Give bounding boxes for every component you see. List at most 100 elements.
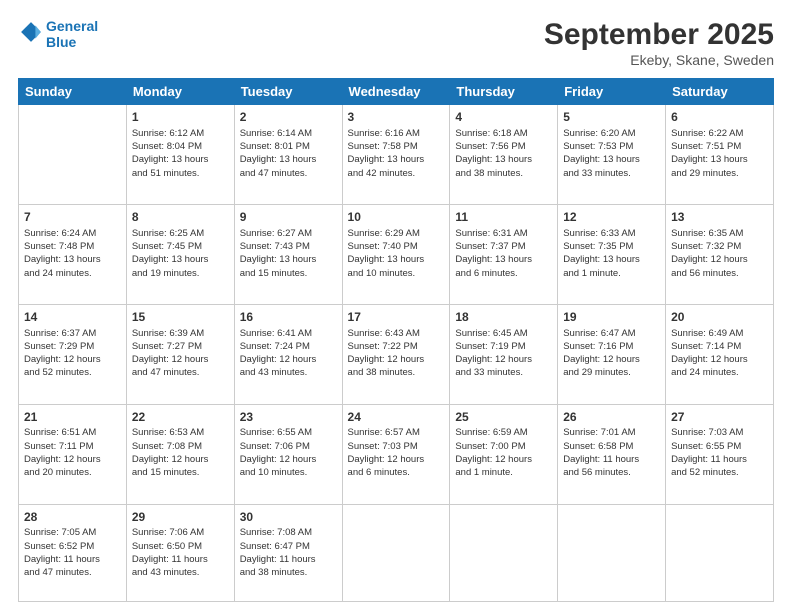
cell-text: Sunrise: 6:51 AM (24, 426, 121, 439)
cell-text: Sunrise: 6:37 AM (24, 327, 121, 340)
cell-5-4 (342, 504, 450, 601)
week-row-4: 21Sunrise: 6:51 AMSunset: 7:11 PMDayligh… (19, 404, 774, 504)
cell-text: and 6 minutes. (348, 466, 445, 479)
cell-text: Sunrise: 6:47 AM (563, 327, 660, 340)
cell-3-5: 18Sunrise: 6:45 AMSunset: 7:19 PMDayligh… (450, 304, 558, 404)
cell-text: Daylight: 13 hours (671, 153, 768, 166)
cell-text: Daylight: 11 hours (24, 553, 121, 566)
cell-text: and 51 minutes. (132, 167, 229, 180)
cell-text: and 10 minutes. (348, 267, 445, 280)
cell-3-7: 20Sunrise: 6:49 AMSunset: 7:14 PMDayligh… (666, 304, 774, 404)
cell-text: and 29 minutes. (563, 366, 660, 379)
cell-text: Sunset: 6:47 PM (240, 540, 337, 553)
cell-text: Sunrise: 7:05 AM (24, 526, 121, 539)
cell-text: Sunrise: 7:08 AM (240, 526, 337, 539)
cell-text: Sunrise: 6:57 AM (348, 426, 445, 439)
cell-text: Sunset: 6:55 PM (671, 440, 768, 453)
cell-text: Daylight: 12 hours (24, 453, 121, 466)
cell-text: Daylight: 12 hours (24, 353, 121, 366)
cell-text: Sunrise: 6:14 AM (240, 127, 337, 140)
cell-text: Daylight: 13 hours (348, 153, 445, 166)
cell-text: Sunset: 6:50 PM (132, 540, 229, 553)
cell-3-4: 17Sunrise: 6:43 AMSunset: 7:22 PMDayligh… (342, 304, 450, 404)
cell-2-4: 10Sunrise: 6:29 AMSunset: 7:40 PMDayligh… (342, 204, 450, 304)
cell-text: Sunset: 7:56 PM (455, 140, 552, 153)
cell-text: Daylight: 13 hours (563, 153, 660, 166)
cell-3-2: 15Sunrise: 6:39 AMSunset: 7:27 PMDayligh… (126, 304, 234, 404)
cell-text: Daylight: 12 hours (563, 353, 660, 366)
day-number: 19 (563, 309, 660, 326)
cell-text: Sunrise: 6:43 AM (348, 327, 445, 340)
cell-3-3: 16Sunrise: 6:41 AMSunset: 7:24 PMDayligh… (234, 304, 342, 404)
col-saturday: Saturday (666, 79, 774, 105)
day-number: 7 (24, 209, 121, 226)
day-number: 15 (132, 309, 229, 326)
cell-2-5: 11Sunrise: 6:31 AMSunset: 7:37 PMDayligh… (450, 204, 558, 304)
cell-text: Sunrise: 6:22 AM (671, 127, 768, 140)
cell-1-6: 5Sunrise: 6:20 AMSunset: 7:53 PMDaylight… (558, 105, 666, 205)
logo-line1: General (46, 18, 98, 34)
col-tuesday: Tuesday (234, 79, 342, 105)
cell-text: Daylight: 12 hours (455, 453, 552, 466)
cell-text: Daylight: 12 hours (348, 353, 445, 366)
cell-text: Sunset: 7:24 PM (240, 340, 337, 353)
cell-text: Daylight: 13 hours (132, 253, 229, 266)
cell-text: Sunrise: 6:33 AM (563, 227, 660, 240)
cell-text: Sunrise: 6:18 AM (455, 127, 552, 140)
cell-text: Sunrise: 7:01 AM (563, 426, 660, 439)
cell-text: Sunrise: 6:49 AM (671, 327, 768, 340)
cell-text: Daylight: 11 hours (671, 453, 768, 466)
cell-text: Sunset: 7:19 PM (455, 340, 552, 353)
week-row-1: 1Sunrise: 6:12 AMSunset: 8:04 PMDaylight… (19, 105, 774, 205)
day-number: 8 (132, 209, 229, 226)
cell-text: and 1 minute. (563, 267, 660, 280)
cell-text: Sunset: 7:16 PM (563, 340, 660, 353)
cell-text: Sunset: 7:45 PM (132, 240, 229, 253)
cell-text: Daylight: 12 hours (240, 453, 337, 466)
cell-text: Daylight: 12 hours (671, 353, 768, 366)
cell-text: Daylight: 12 hours (671, 253, 768, 266)
cell-text: and 19 minutes. (132, 267, 229, 280)
day-number: 29 (132, 509, 229, 526)
cell-text: Sunrise: 6:24 AM (24, 227, 121, 240)
cell-text: Sunset: 6:58 PM (563, 440, 660, 453)
cell-text: Sunset: 7:37 PM (455, 240, 552, 253)
cell-5-1: 28Sunrise: 7:05 AMSunset: 6:52 PMDayligh… (19, 504, 127, 601)
month-year: September 2025 (544, 18, 774, 52)
cell-1-4: 3Sunrise: 6:16 AMSunset: 7:58 PMDaylight… (342, 105, 450, 205)
cell-text: and 56 minutes. (563, 466, 660, 479)
cell-text: and 15 minutes. (132, 466, 229, 479)
cell-3-6: 19Sunrise: 6:47 AMSunset: 7:16 PMDayligh… (558, 304, 666, 404)
cell-text: Sunrise: 6:31 AM (455, 227, 552, 240)
cell-text: and 15 minutes. (240, 267, 337, 280)
cell-text: and 38 minutes. (455, 167, 552, 180)
cell-text: and 52 minutes. (24, 366, 121, 379)
day-number: 11 (455, 209, 552, 226)
cell-text: Daylight: 13 hours (240, 153, 337, 166)
cell-text: and 42 minutes. (348, 167, 445, 180)
cell-text: and 24 minutes. (24, 267, 121, 280)
week-row-2: 7Sunrise: 6:24 AMSunset: 7:48 PMDaylight… (19, 204, 774, 304)
cell-1-2: 1Sunrise: 6:12 AMSunset: 8:04 PMDaylight… (126, 105, 234, 205)
col-monday: Monday (126, 79, 234, 105)
week-row-5: 28Sunrise: 7:05 AMSunset: 6:52 PMDayligh… (19, 504, 774, 601)
logo-icon (20, 21, 42, 43)
day-number: 3 (348, 109, 445, 126)
cell-text: Sunset: 7:58 PM (348, 140, 445, 153)
cell-text: Sunrise: 6:16 AM (348, 127, 445, 140)
cell-5-3: 30Sunrise: 7:08 AMSunset: 6:47 PMDayligh… (234, 504, 342, 601)
cell-5-7 (666, 504, 774, 601)
cell-text: Sunset: 7:11 PM (24, 440, 121, 453)
day-number: 16 (240, 309, 337, 326)
page: General Blue September 2025 Ekeby, Skane… (0, 0, 792, 612)
cell-text: and 56 minutes. (671, 267, 768, 280)
cell-text: Sunrise: 6:39 AM (132, 327, 229, 340)
cell-text: and 33 minutes. (455, 366, 552, 379)
day-number: 26 (563, 409, 660, 426)
cell-text: Sunset: 7:43 PM (240, 240, 337, 253)
cell-text: and 20 minutes. (24, 466, 121, 479)
day-number: 6 (671, 109, 768, 126)
cell-2-7: 13Sunrise: 6:35 AMSunset: 7:32 PMDayligh… (666, 204, 774, 304)
cell-4-5: 25Sunrise: 6:59 AMSunset: 7:00 PMDayligh… (450, 404, 558, 504)
cell-text: Sunset: 8:04 PM (132, 140, 229, 153)
